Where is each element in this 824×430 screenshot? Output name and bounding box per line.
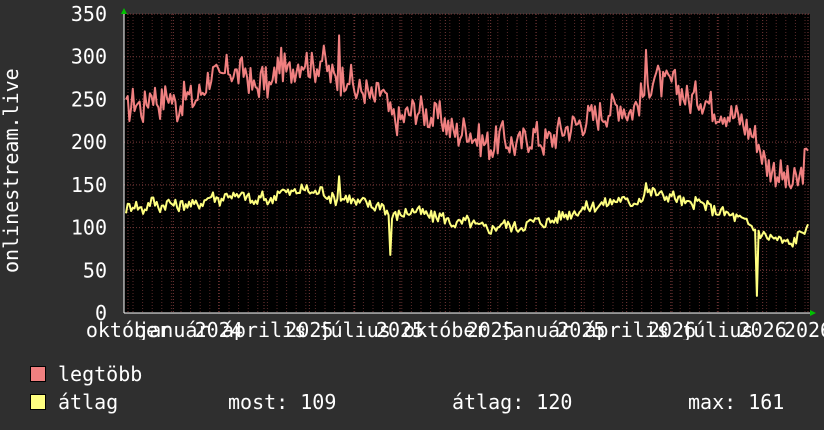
legend-item-avg: átlag most: 109 átlag: 120 max: 161	[30, 390, 820, 414]
y-tick-label: 50	[83, 258, 107, 282]
legend-label-avg: átlag	[58, 390, 119, 414]
legend-swatch-max	[30, 366, 46, 382]
chart: 050100150200250300350 októberjanuár2024á…	[0, 2, 824, 340]
x-axis-arrow-icon	[810, 310, 816, 316]
legend-swatch-avg	[30, 394, 46, 410]
y-tick-label: 350	[71, 2, 107, 26]
y-axis-arrow-icon	[121, 8, 127, 14]
y-tick-label: 300	[71, 45, 107, 69]
x-tick-label: 2026	[784, 318, 824, 340]
x-ticks: októberjanuár2024április2025július2025ok…	[86, 318, 824, 340]
y-tick-label: 150	[71, 173, 107, 197]
y-tick-label: 250	[71, 87, 107, 111]
stat-max: max: 161	[688, 390, 785, 414]
x-tick-label: 2026	[739, 318, 787, 340]
y-tick-label: 100	[71, 216, 107, 240]
y-ticks: 050100150200250300350	[71, 2, 107, 325]
y-tick-label: 200	[71, 130, 107, 154]
legend-item-max: legtöbb	[30, 362, 820, 386]
stat-most: most: 109	[228, 390, 337, 414]
stat-average: átlag: 120	[452, 390, 573, 414]
y-axis-label: onlinestream.live	[0, 68, 23, 273]
legend-label-max: legtöbb	[58, 362, 143, 386]
